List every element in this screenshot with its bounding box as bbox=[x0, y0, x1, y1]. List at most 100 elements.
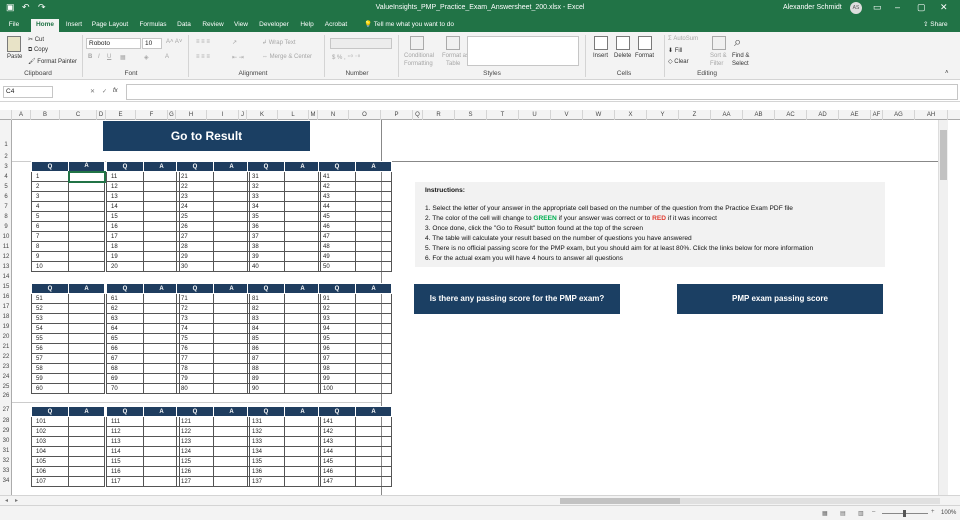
minimize-icon[interactable]: – bbox=[895, 2, 900, 12]
answer-cell[interactable] bbox=[213, 191, 250, 202]
tell-me-search[interactable]: 💡 Tell me what you want to do bbox=[364, 19, 454, 31]
answer-cell[interactable] bbox=[355, 353, 392, 364]
answer-cell[interactable] bbox=[213, 383, 250, 394]
tab-home[interactable]: Home bbox=[31, 19, 59, 32]
row-header[interactable]: 30 bbox=[0, 436, 12, 446]
answer-cell[interactable] bbox=[284, 171, 321, 182]
answer-cell[interactable] bbox=[143, 426, 180, 437]
format-as-label[interactable]: Format as bbox=[442, 53, 469, 59]
tab-file[interactable]: File bbox=[2, 19, 26, 32]
answer-cell[interactable] bbox=[355, 333, 392, 344]
paste-button[interactable]: Paste bbox=[7, 54, 22, 60]
col-header-i[interactable]: I bbox=[207, 110, 239, 120]
font-color-icon[interactable]: A bbox=[165, 54, 169, 60]
enter-formula-icon[interactable]: ✓ bbox=[102, 88, 107, 95]
answer-cell[interactable] bbox=[284, 363, 321, 374]
answer-cell[interactable] bbox=[143, 191, 180, 202]
filter-label[interactable]: Filter bbox=[710, 61, 723, 67]
answer-cell[interactable] bbox=[143, 416, 180, 427]
answer-cell[interactable] bbox=[284, 181, 321, 192]
answer-cell[interactable] bbox=[143, 201, 180, 212]
answer-cell[interactable] bbox=[143, 231, 180, 242]
col-header-s[interactable]: S bbox=[455, 110, 487, 120]
bold-button[interactable]: B bbox=[88, 54, 92, 60]
row-header[interactable]: 20 bbox=[0, 332, 12, 342]
insert-function-button[interactable]: fx bbox=[113, 88, 118, 94]
answer-cell[interactable] bbox=[143, 446, 180, 457]
answer-cell[interactable] bbox=[355, 343, 392, 354]
row-header[interactable]: 4 bbox=[0, 172, 12, 182]
row-header[interactable]: 23 bbox=[0, 362, 12, 372]
answer-cell[interactable] bbox=[68, 293, 105, 304]
vertical-scrollbar[interactable] bbox=[938, 120, 948, 495]
answer-cell[interactable] bbox=[213, 211, 250, 222]
restore-icon[interactable]: ▢ bbox=[917, 2, 926, 13]
answer-cell[interactable] bbox=[68, 446, 105, 457]
worksheet[interactable]: Go to Result QA1▾2345678910QA11121314151… bbox=[12, 120, 948, 495]
answer-cell[interactable] bbox=[213, 333, 250, 344]
answer-cell[interactable] bbox=[68, 261, 105, 272]
col-header-n[interactable]: N bbox=[318, 110, 349, 120]
answer-cell[interactable] bbox=[355, 201, 392, 212]
answer-cell[interactable] bbox=[143, 373, 180, 384]
go-to-result-button[interactable]: Go to Result bbox=[103, 121, 310, 151]
answer-cell[interactable] bbox=[143, 323, 180, 334]
col-header-u[interactable]: U bbox=[519, 110, 551, 120]
cut-button[interactable]: ✂ Cut bbox=[28, 36, 44, 43]
conditional-formatting-icon[interactable] bbox=[410, 36, 424, 50]
pmp-passing-score-link[interactable]: PMP exam passing score bbox=[677, 284, 883, 314]
answer-cell[interactable] bbox=[213, 373, 250, 384]
number-format-icons[interactable]: $ % , ⁺⁰ ⁻⁰ bbox=[332, 54, 360, 61]
row-header[interactable]: 12 bbox=[0, 252, 12, 262]
col-header-m[interactable]: M bbox=[309, 110, 318, 120]
col-header-ah[interactable]: AH bbox=[915, 110, 948, 120]
delete-cells-button[interactable]: Delete bbox=[614, 53, 631, 59]
tab-page-layout[interactable]: Page Layout bbox=[90, 19, 130, 32]
col-header-y[interactable]: Y bbox=[647, 110, 679, 120]
row-header[interactable]: 22 bbox=[0, 352, 12, 362]
row-header[interactable]: 14 bbox=[0, 272, 12, 282]
answer-cell[interactable] bbox=[213, 353, 250, 364]
row-header[interactable]: 34 bbox=[0, 476, 12, 486]
row-header[interactable]: 28 bbox=[0, 416, 12, 426]
answer-cell[interactable] bbox=[213, 456, 250, 467]
answer-cell[interactable] bbox=[213, 261, 250, 272]
orientation-icon[interactable]: ↗ bbox=[232, 39, 237, 46]
answer-cell[interactable] bbox=[213, 181, 250, 192]
answer-cell[interactable] bbox=[284, 303, 321, 314]
answer-cell[interactable] bbox=[284, 446, 321, 457]
answer-cell[interactable] bbox=[68, 181, 105, 192]
autosum-button[interactable]: Σ AutoSum bbox=[668, 36, 698, 42]
align-top-icons[interactable]: ≡ ≡ ≡ bbox=[196, 39, 210, 45]
answer-cell[interactable] bbox=[68, 383, 105, 394]
answer-cell[interactable] bbox=[355, 456, 392, 467]
zoom-in-icon[interactable]: + bbox=[931, 509, 935, 515]
col-header-k[interactable]: K bbox=[247, 110, 278, 120]
answer-cell[interactable] bbox=[68, 343, 105, 354]
answer-cell[interactable] bbox=[355, 313, 392, 324]
tab-insert[interactable]: Insert bbox=[62, 19, 86, 32]
col-header-r[interactable]: R bbox=[423, 110, 455, 120]
answer-cell[interactable] bbox=[68, 416, 105, 427]
answer-cell[interactable] bbox=[213, 221, 250, 232]
answer-cell[interactable] bbox=[284, 231, 321, 242]
answer-cell[interactable] bbox=[284, 373, 321, 384]
answer-cell[interactable] bbox=[284, 466, 321, 477]
answer-cell[interactable] bbox=[68, 456, 105, 467]
find-label[interactable]: Find & bbox=[732, 53, 749, 59]
col-header-ad[interactable]: AD bbox=[807, 110, 839, 120]
clear-button[interactable]: ◇ Clear bbox=[668, 58, 689, 65]
answer-cell[interactable] bbox=[68, 323, 105, 334]
insert-cells-icon[interactable] bbox=[594, 36, 608, 50]
answer-cell[interactable] bbox=[355, 241, 392, 252]
name-box[interactable]: C4 bbox=[3, 86, 53, 98]
close-icon[interactable]: ✕ bbox=[940, 2, 948, 13]
row-header[interactable]: 26 bbox=[0, 391, 12, 401]
col-header-ac[interactable]: AC bbox=[775, 110, 807, 120]
answer-cell[interactable] bbox=[284, 436, 321, 447]
row-header[interactable]: 31 bbox=[0, 446, 12, 456]
answer-cell[interactable] bbox=[284, 261, 321, 272]
answer-cell[interactable] bbox=[143, 261, 180, 272]
answer-cell[interactable] bbox=[355, 323, 392, 334]
nav-left-icon[interactable]: ◂ bbox=[5, 497, 8, 504]
